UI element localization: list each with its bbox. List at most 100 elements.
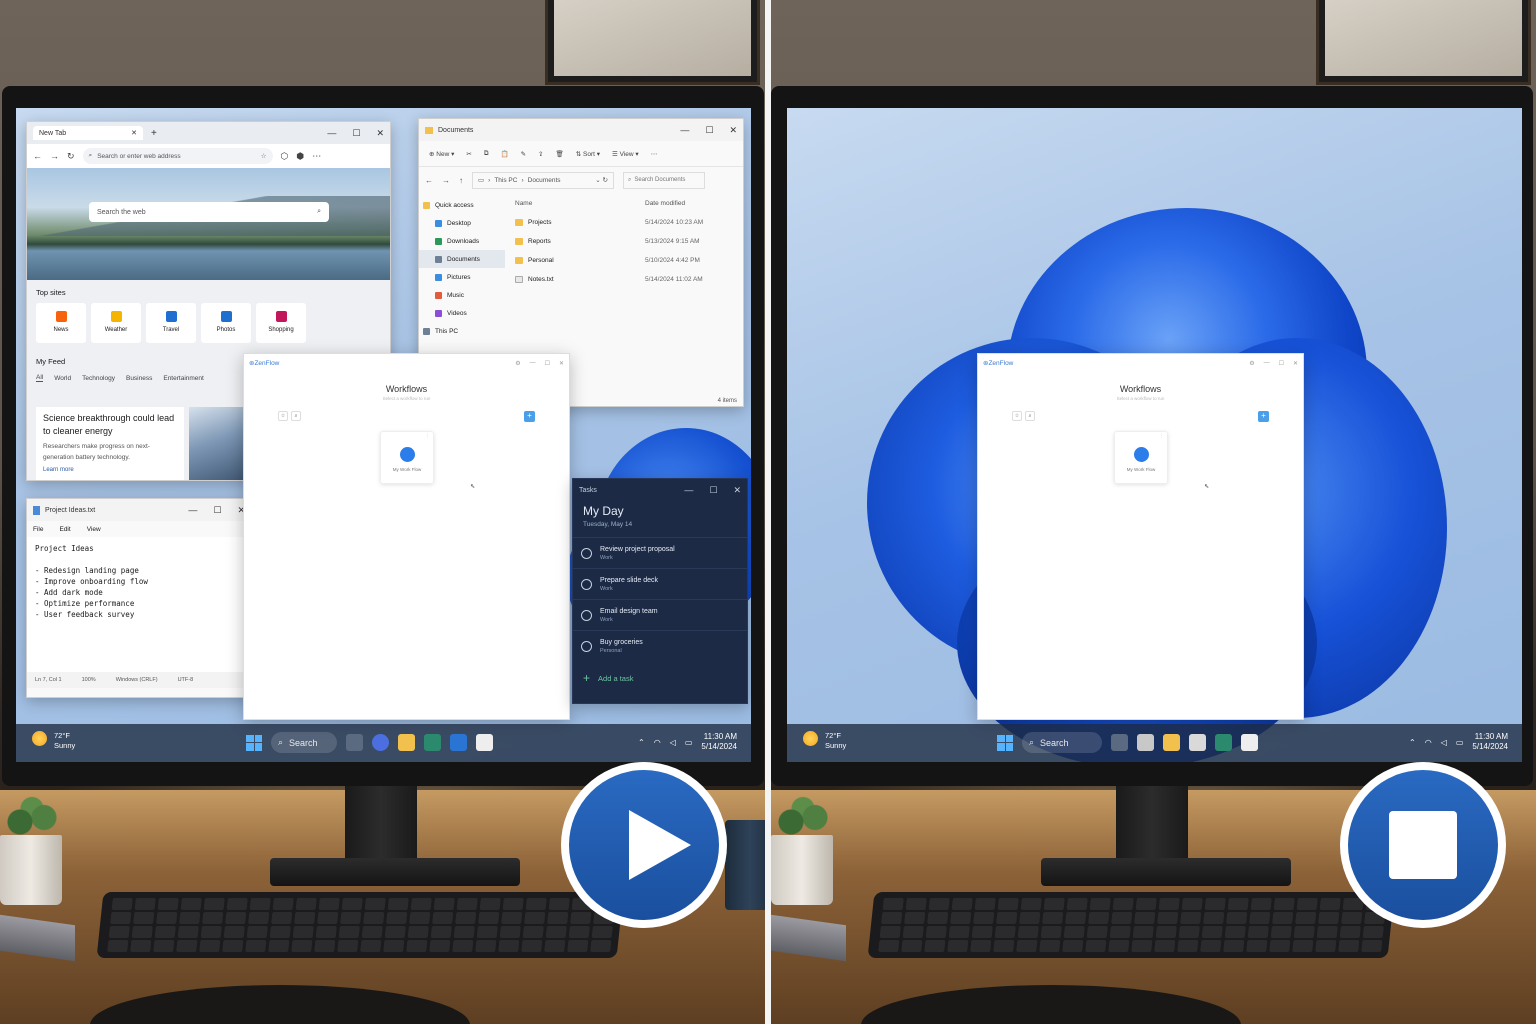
battery-icon[interactable]: ▭ bbox=[685, 738, 693, 747]
task-item[interactable]: Email design team Work bbox=[573, 599, 747, 630]
feed-tab-1[interactable]: World bbox=[54, 375, 71, 382]
volume-icon[interactable]: ◁ bbox=[1441, 738, 1447, 747]
top-site-4[interactable]: Shopping bbox=[256, 303, 306, 343]
maximize-icon[interactable]: ☐ bbox=[352, 128, 360, 139]
nav-item-4[interactable]: Pictures bbox=[419, 268, 505, 286]
store-icon[interactable] bbox=[450, 734, 467, 751]
file-row[interactable]: Notes.txt 5/14/2024 11:02 AM bbox=[515, 270, 743, 289]
zenflow-window[interactable]: ⊛ ZenFlow ⚙ — ☐ ✕ Workflows Select a workfl… bbox=[977, 353, 1304, 720]
task-view-icon[interactable] bbox=[1111, 734, 1128, 751]
add-workflow-button[interactable]: + bbox=[524, 411, 535, 422]
close-icon[interactable]: ✕ bbox=[559, 360, 564, 367]
web-search-box[interactable]: Search the web ⌕ bbox=[89, 202, 329, 222]
settings-icon[interactable]: ⚙ bbox=[515, 360, 520, 367]
up-icon[interactable]: ↑ bbox=[459, 176, 463, 185]
workflow-card[interactable]: ⋮ My Work Flow bbox=[1114, 431, 1168, 484]
file-explorer-icon[interactable] bbox=[1163, 734, 1180, 751]
maximize-icon[interactable]: ☐ bbox=[705, 125, 713, 136]
nav-item-0[interactable]: Quick access bbox=[419, 196, 505, 214]
zenflow-window[interactable]: ⊛ ZenFlow ⚙ — ☐ ✕ Workflows Select a workfl… bbox=[243, 353, 570, 720]
file-explorer-icon[interactable] bbox=[398, 734, 415, 751]
wifi-icon[interactable]: ◠ bbox=[1425, 738, 1432, 747]
menu-item-0[interactable]: File bbox=[33, 526, 43, 533]
collections-icon[interactable]: ⬢ bbox=[296, 151, 304, 162]
copy-icon[interactable]: ⧉ bbox=[484, 150, 489, 158]
add-workflow-button[interactable]: + bbox=[1258, 411, 1269, 422]
refresh-icon[interactable]: ↻ bbox=[67, 151, 75, 162]
forward-icon[interactable]: → bbox=[50, 151, 59, 161]
wifi-icon[interactable]: ◠ bbox=[654, 738, 661, 747]
close-icon[interactable]: ✕ bbox=[1293, 360, 1298, 367]
column-name[interactable]: Name bbox=[515, 200, 645, 207]
minimize-icon[interactable]: — bbox=[1264, 360, 1270, 367]
nav-item-6[interactable]: Videos bbox=[419, 304, 505, 322]
weather-widget[interactable]: 72°F Sunny bbox=[32, 731, 75, 751]
paste-icon[interactable]: 📋 bbox=[500, 150, 508, 158]
search-documents-input[interactable]: ⌕ Search Documents bbox=[623, 171, 705, 189]
task-checkbox[interactable] bbox=[581, 640, 592, 652]
nav-item-2[interactable]: Downloads bbox=[419, 232, 505, 250]
store-icon[interactable] bbox=[1189, 734, 1206, 751]
menu-item-1[interactable]: Edit bbox=[59, 526, 70, 533]
chevron-up-icon[interactable]: ⌃ bbox=[1409, 738, 1416, 747]
add-task-button[interactable]: + Add a task bbox=[573, 671, 747, 685]
clock[interactable]: 11:30 AM 5/14/2024 bbox=[1472, 732, 1508, 752]
delete-icon[interactable]: 🗑 bbox=[555, 150, 563, 158]
search-icon[interactable]: ⌕ bbox=[291, 411, 301, 421]
notepad-app-icon[interactable] bbox=[1241, 734, 1258, 751]
minimize-icon[interactable]: — bbox=[680, 125, 689, 136]
forward-icon[interactable]: → bbox=[442, 176, 450, 185]
settings-more-icon[interactable]: ⋯ bbox=[312, 151, 321, 162]
back-icon[interactable]: ← bbox=[425, 176, 433, 185]
widgets-icon[interactable] bbox=[1137, 734, 1154, 751]
edge-icon[interactable] bbox=[424, 734, 441, 751]
breadcrumb-documents[interactable]: Documents bbox=[528, 177, 561, 184]
cut-icon[interactable]: ✂ bbox=[466, 150, 471, 158]
taskbar-search[interactable]: ⌕ Search bbox=[1022, 732, 1102, 753]
nav-item-1[interactable]: Desktop bbox=[419, 214, 505, 232]
article-card[interactable]: Science breakthrough could lead to clean… bbox=[36, 407, 184, 480]
file-row[interactable]: Reports 5/13/2024 9:15 AM bbox=[515, 232, 743, 251]
more-icon[interactable]: ⋯ bbox=[651, 150, 658, 158]
edge-icon[interactable] bbox=[1215, 734, 1232, 751]
close-icon[interactable]: ✕ bbox=[729, 125, 737, 136]
notepad-window[interactable]: Project Ideas.txt — ☐ ✕ File Edit View Proje… bbox=[26, 498, 252, 698]
learn-more-link[interactable]: Learn more bbox=[43, 467, 177, 473]
top-site-1[interactable]: Weather bbox=[91, 303, 141, 343]
close-icon[interactable]: ✕ bbox=[733, 485, 741, 496]
new-button[interactable]: ⊕ New ▾ bbox=[429, 150, 454, 158]
close-icon[interactable]: ✕ bbox=[376, 128, 384, 139]
file-row[interactable]: Personal 5/10/2024 4:42 PM bbox=[515, 251, 743, 270]
search-icon[interactable]: ⌕ bbox=[1025, 411, 1035, 421]
task-checkbox[interactable] bbox=[581, 547, 592, 559]
address-bar[interactable]: ⌕ Search or enter web address ☆ bbox=[82, 148, 273, 164]
sort-button[interactable]: ⇅ Sort ▾ bbox=[576, 150, 600, 158]
card-menu-icon[interactable]: ⋮ bbox=[1159, 433, 1164, 439]
add-tab-icon[interactable]: + bbox=[151, 128, 157, 139]
top-site-2[interactable]: Travel bbox=[146, 303, 196, 343]
column-date[interactable]: Date modified bbox=[645, 200, 685, 207]
task-checkbox[interactable] bbox=[581, 609, 592, 621]
nav-item-7[interactable]: This PC bbox=[419, 322, 505, 340]
meet-icon[interactable] bbox=[372, 734, 389, 751]
back-icon[interactable]: ← bbox=[33, 151, 42, 161]
share-icon[interactable]: ⇪ bbox=[538, 150, 543, 158]
start-button-icon[interactable] bbox=[997, 734, 1013, 751]
top-site-0[interactable]: News bbox=[36, 303, 86, 343]
star-filter-icon[interactable]: ☆ bbox=[1012, 411, 1022, 421]
taskbar-search[interactable]: ⌕ Search bbox=[271, 732, 337, 753]
maximize-icon[interactable]: ☐ bbox=[709, 485, 717, 496]
search-icon[interactable]: ⌕ bbox=[317, 208, 321, 216]
settings-icon[interactable]: ⚙ bbox=[1249, 360, 1254, 367]
notepad-app-icon[interactable] bbox=[476, 734, 493, 751]
clock[interactable]: 11:30 AM 5/14/2024 bbox=[701, 732, 737, 752]
minimize-icon[interactable]: — bbox=[188, 505, 197, 516]
battery-icon[interactable]: ▭ bbox=[1456, 738, 1464, 747]
breadcrumb-this-pc[interactable]: This PC bbox=[494, 177, 517, 184]
text-editor[interactable]: Project Ideas - Redesign landing page - Im… bbox=[27, 537, 251, 672]
minimize-icon[interactable]: — bbox=[684, 485, 693, 496]
feed-tab-3[interactable]: Business bbox=[126, 375, 152, 382]
stop-button[interactable] bbox=[1340, 762, 1506, 928]
tab-new[interactable]: New Tab ✕ bbox=[33, 126, 143, 140]
menu-item-2[interactable]: View bbox=[87, 526, 101, 533]
